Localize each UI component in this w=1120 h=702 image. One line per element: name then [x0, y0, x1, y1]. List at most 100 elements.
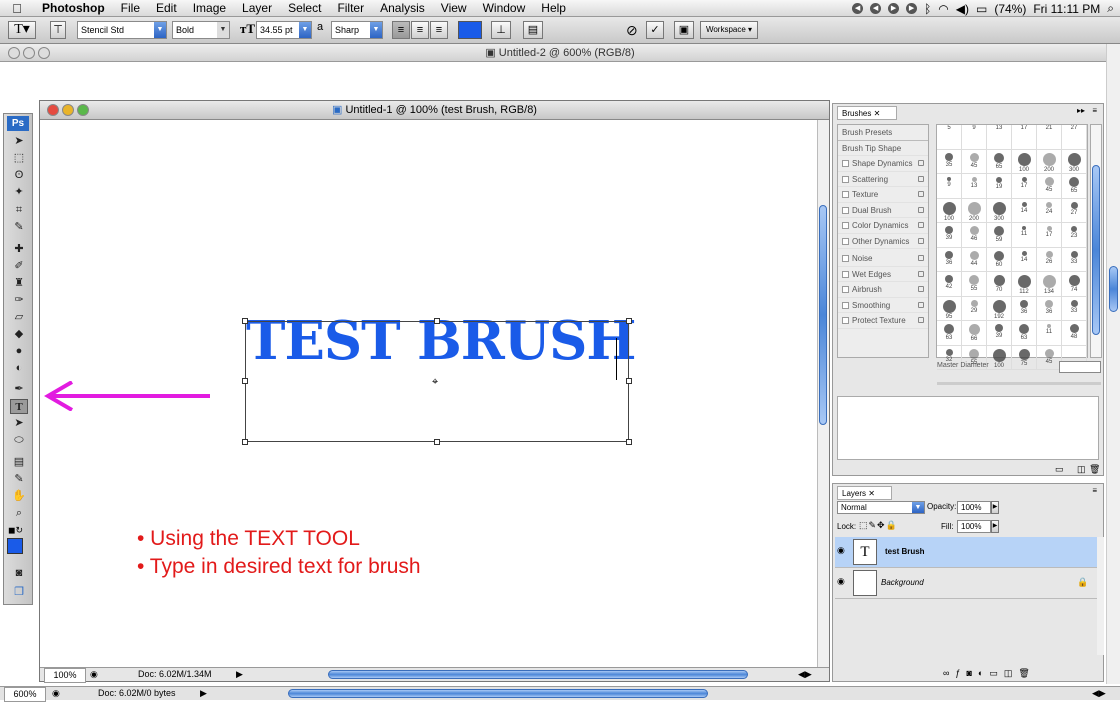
brush-preset-cell[interactable]: 39	[987, 321, 1012, 346]
brush-preset-cell[interactable]: 66	[962, 321, 987, 346]
align-left-button[interactable]: ≡	[392, 21, 410, 39]
checkbox[interactable]	[842, 255, 849, 262]
brush-preset-cell[interactable]: 63	[937, 321, 962, 346]
brush-preset-cell[interactable]: 60	[987, 247, 1012, 272]
orientation-toggle-icon[interactable]: ⊤	[50, 21, 66, 39]
horizontal-scroll-thumb[interactable]	[328, 670, 748, 679]
default-colors-icon[interactable]: ◼↻	[8, 525, 23, 536]
eye-icon[interactable]: ◉	[837, 546, 847, 555]
scroll-arrows-icon[interactable]: ◀▶	[1092, 687, 1106, 700]
zoom-icon[interactable]	[77, 104, 90, 116]
brush-preset-cell[interactable]: 26	[1037, 247, 1062, 272]
master-diameter-input[interactable]	[1059, 361, 1101, 373]
horizontal-scroll-thumb[interactable]	[288, 689, 708, 698]
brush-preset-cell[interactable]: 59	[987, 223, 1012, 248]
brush-preset-cell[interactable]: 24	[1037, 198, 1062, 223]
tool-preset-picker[interactable]: T▾	[8, 21, 36, 39]
close-icon[interactable]	[8, 47, 20, 59]
paint-bucket-tool-icon[interactable]: ◆	[10, 327, 28, 342]
document-vertical-scrollbar[interactable]	[817, 120, 829, 667]
menu-filter[interactable]: Filter	[329, 0, 372, 17]
brush-preset-cell[interactable]: 70	[987, 272, 1012, 297]
menu-window[interactable]: Window	[475, 0, 534, 17]
align-right-button[interactable]: ≡	[430, 21, 448, 39]
zoom-tool-icon[interactable]: ⌕	[10, 506, 28, 521]
battery-icon[interactable]: ▭	[976, 2, 987, 16]
menu-help[interactable]: Help	[533, 0, 574, 17]
document-titlebar[interactable]: ▣ Untitled-1 @ 100% (test Brush, RGB/8)	[40, 101, 829, 120]
lock-icon[interactable]	[918, 206, 924, 213]
layer-row-text[interactable]: ◉ T test Brush	[835, 537, 1097, 568]
checkbox[interactable]	[842, 237, 849, 245]
zoom-icon[interactable]	[38, 47, 51, 59]
lock-icon[interactable]	[918, 270, 924, 277]
new-group-icon[interactable]: ▭	[989, 668, 1004, 678]
status-icon[interactable]: ▶	[888, 3, 900, 14]
brush-preset-cell[interactable]: 45	[962, 149, 987, 174]
brush-tip-shape-item[interactable]: Brush Tip Shape	[838, 141, 928, 156]
brush-preset-cell[interactable]: 100	[987, 345, 1012, 370]
lock-icon[interactable]	[918, 317, 924, 323]
collapse-icon[interactable]: ▸▸	[1077, 106, 1085, 115]
foreground-color-swatch[interactable]	[7, 538, 23, 554]
brush-preset-cell[interactable]: 21	[1037, 125, 1062, 150]
brush-preset-cell[interactable]: 300	[1062, 149, 1087, 174]
shape-tool-icon[interactable]: ⬭	[10, 433, 28, 448]
character-panel-button[interactable]: ▤	[523, 21, 543, 39]
brush-preset-cell[interactable]: 27	[1062, 125, 1087, 150]
checkbox[interactable]	[842, 191, 849, 198]
transform-handle[interactable]	[242, 318, 248, 324]
checkbox[interactable]	[842, 270, 849, 278]
brush-preset-cell[interactable]: 200	[962, 198, 987, 223]
transform-handle[interactable]	[434, 439, 440, 445]
magic-wand-tool-icon[interactable]: ✦	[10, 185, 28, 200]
fill-input[interactable]: 100%	[957, 520, 991, 533]
panel-menu-icon[interactable]: ≡	[1092, 486, 1097, 495]
brush-option-item[interactable]: Texture	[838, 187, 928, 203]
menu-image[interactable]: Image	[185, 0, 234, 17]
brush-preset-cell[interactable]: 46	[962, 223, 987, 248]
close-icon[interactable]: ✕	[868, 489, 875, 498]
text-color-swatch[interactable]	[458, 21, 482, 39]
layer-row-background[interactable]: ◉ Background 🔒	[835, 568, 1097, 599]
menu-file[interactable]: File	[113, 0, 148, 17]
lock-icon[interactable]	[918, 160, 924, 166]
layer-name[interactable]: Background	[881, 578, 924, 587]
brush-preset-cell[interactable]: 192	[987, 296, 1012, 321]
menu-analysis[interactable]: Analysis	[372, 0, 433, 17]
brush-preset-cell[interactable]: 74	[1062, 272, 1087, 297]
healing-brush-tool-icon[interactable]: ✚	[10, 242, 28, 257]
transform-handle[interactable]	[626, 378, 632, 384]
brush-option-item[interactable]: Color Dynamics	[838, 218, 928, 234]
lock-icon[interactable]	[918, 255, 924, 261]
scroll-thumb[interactable]	[1092, 165, 1100, 335]
transform-handle[interactable]	[626, 439, 632, 445]
brush-preset-cell[interactable]: 9	[937, 174, 962, 199]
checkbox[interactable]	[842, 160, 849, 167]
status-icon[interactable]: ◀	[870, 3, 882, 14]
warp-text-button[interactable]: ⊥	[491, 21, 511, 39]
status-icon[interactable]: ◉	[52, 687, 60, 700]
trash-icon[interactable]: 🗑	[1018, 668, 1035, 678]
brush-option-item[interactable]: Scattering	[838, 172, 928, 187]
minimize-icon[interactable]	[23, 47, 36, 59]
checkbox[interactable]	[842, 317, 849, 324]
lock-icons[interactable]: ⬚✎✥🔒	[859, 520, 898, 531]
volume-icon[interactable]: ◀)	[956, 2, 969, 16]
eyedropper-slice-tool-icon[interactable]: ✎	[10, 220, 28, 235]
blend-mode-select[interactable]: Normal ▼	[837, 501, 925, 514]
brush-preset-cell[interactable]: 14	[1012, 247, 1037, 272]
brush-option-item[interactable]: Dual Brush	[838, 203, 928, 218]
brush-preset-cell[interactable]: 65	[1062, 174, 1087, 199]
menu-layer[interactable]: Layer	[234, 0, 280, 17]
blur-tool-icon[interactable]: ●	[10, 344, 28, 359]
lock-icon[interactable]	[918, 286, 924, 292]
brush-option-item[interactable]: Protect Texture	[838, 313, 928, 329]
status-icon[interactable]: ◉	[90, 668, 98, 681]
antialias-select[interactable]: Sharp ▼	[331, 21, 383, 39]
brush-preset-cell[interactable]: 45	[1037, 174, 1062, 199]
scroll-thumb[interactable]	[819, 205, 827, 425]
brush-preset-cell[interactable]: 19	[987, 174, 1012, 199]
workspace-menu[interactable]: Workspace ▾	[700, 21, 758, 39]
brush-preset-cell[interactable]: 100	[937, 198, 962, 223]
